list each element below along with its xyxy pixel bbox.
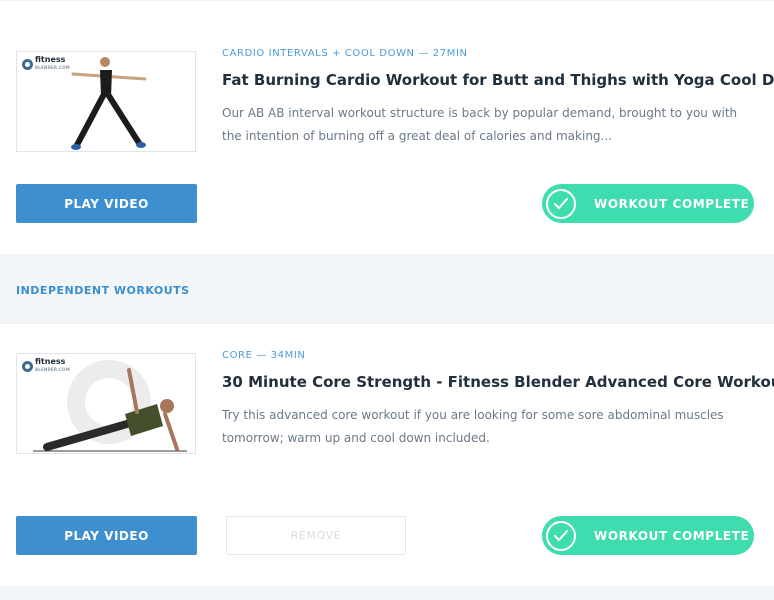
workout-title[interactable]: Fat Burning Cardio Workout for Butt and … (222, 71, 774, 89)
workout-thumbnail[interactable]: fitness BLENDER.COM (16, 51, 196, 152)
play-video-button[interactable]: PLAY VIDEO (16, 516, 197, 555)
workout-complete-button[interactable]: WORKOUT COMPLETE (542, 184, 754, 223)
workout-complete-label: WORKOUT COMPLETE (594, 196, 750, 211)
workout-meta: CORE — 34MIN (222, 350, 306, 361)
section-title: INDEPENDENT WORKOUTS (16, 284, 190, 297)
workout-meta: CARDIO INTERVALS + COOL DOWN — 27MIN (222, 48, 468, 59)
exercise-figure-image (33, 360, 187, 452)
remove-button[interactable]: REMOVE (226, 516, 406, 555)
workout-description: Our AB AB interval workout structure is … (222, 106, 738, 143)
workout-complete-label: WORKOUT COMPLETE (594, 528, 750, 543)
exercise-figure-image (71, 57, 147, 150)
workout-card: fitness BLENDER.COM CARDIO INTERVALS + C… (0, 0, 774, 254)
workout-description: Try this advanced core workout if you ar… (222, 408, 724, 445)
play-video-button[interactable]: PLAY VIDEO (16, 184, 197, 223)
check-icon (546, 520, 576, 551)
workout-complete-button[interactable]: WORKOUT COMPLETE (542, 516, 754, 555)
page-background (0, 586, 774, 600)
check-icon (546, 188, 576, 219)
workout-title[interactable]: 30 Minute Core Strength - Fitness Blende… (222, 373, 774, 391)
workout-thumbnail[interactable]: fitness BLENDER.COM (16, 353, 196, 454)
